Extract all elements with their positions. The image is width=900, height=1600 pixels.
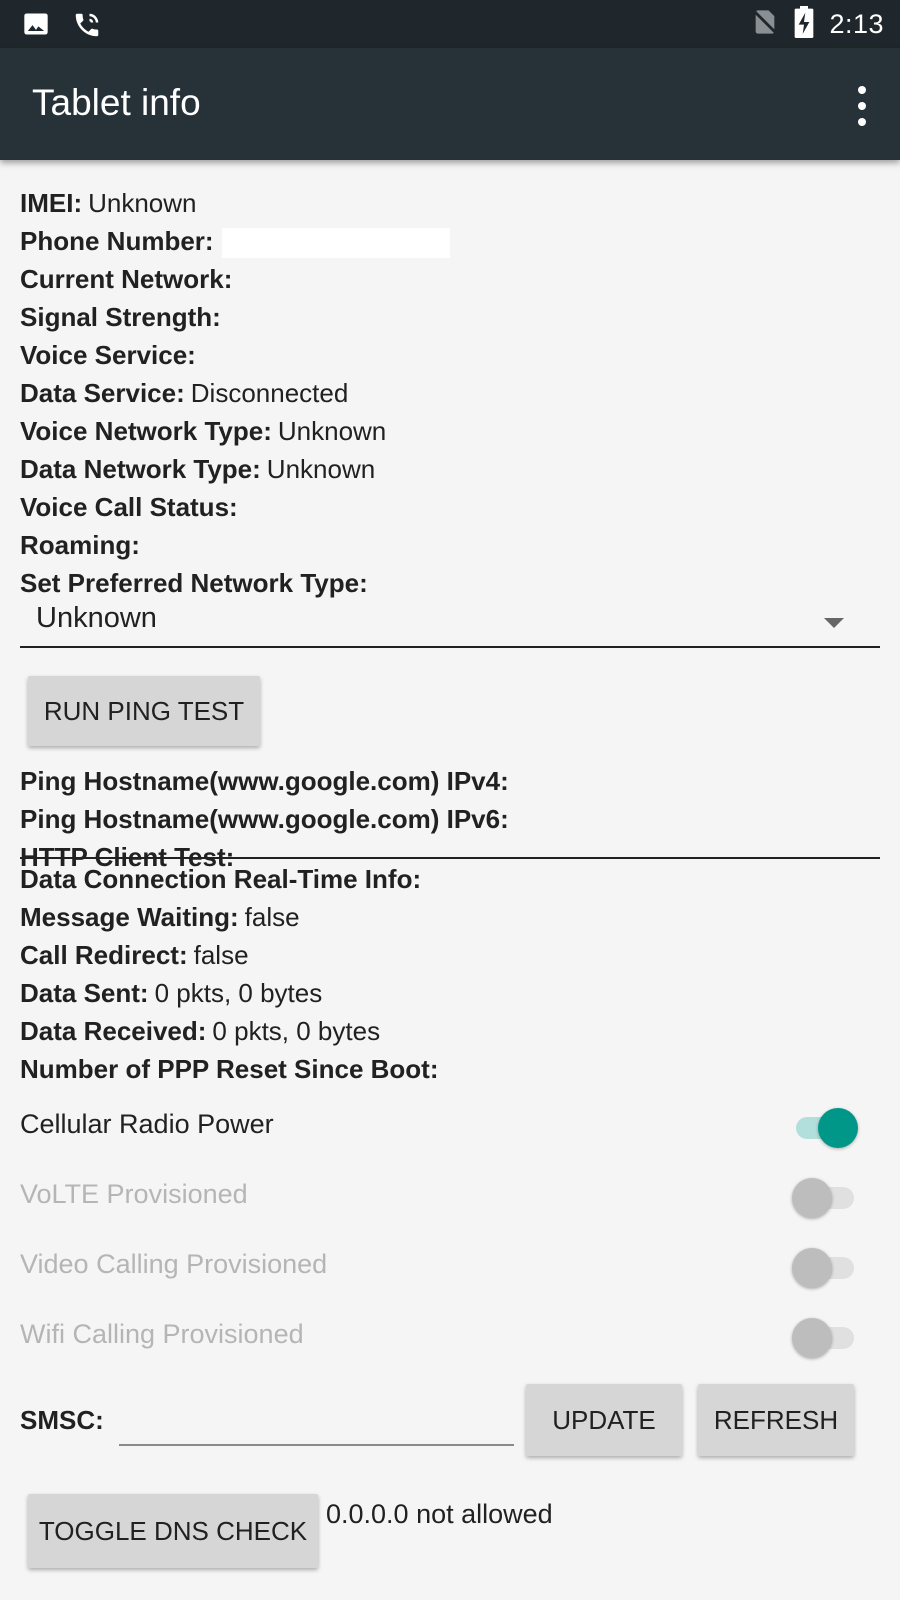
video-calling-switch[interactable] [792, 1248, 854, 1288]
page-title: Tablet info [32, 82, 201, 123]
dropdown-arrow-icon [824, 618, 844, 628]
refresh-button[interactable]: REFRESH [698, 1384, 854, 1456]
data-sent-label: Data Sent: [20, 978, 149, 1008]
ping-ipv4-row: Ping Hostname(www.google.com) IPv4: [20, 762, 880, 800]
volte-label: VoLTE Provisioned [20, 1179, 248, 1209]
wifi-calling-icon [72, 10, 102, 45]
no-sim-icon [751, 7, 779, 42]
data-sent-value: 0 pkts, 0 bytes [154, 978, 323, 1008]
ping-ipv6-label: Ping Hostname(www.google.com) IPv6: [20, 804, 509, 834]
cellular-radio-label: Cellular Radio Power [20, 1109, 274, 1139]
roaming-row: Roaming: [20, 526, 880, 564]
data-info-list: Data Connection Real-Time Info: Message … [20, 860, 880, 1088]
call-redirect-row: Call Redirect: false [20, 936, 880, 974]
app-bar: Tablet info [0, 48, 900, 160]
video-calling-label: Video Calling Provisioned [20, 1249, 328, 1279]
data-network-type-value: Unknown [266, 454, 376, 484]
phone-number-value [221, 228, 450, 259]
info-list: IMEI: Unknown Phone Number: Current Netwo… [20, 184, 880, 602]
imei-label: IMEI: [20, 188, 83, 218]
status-bar: 2:13 [0, 0, 900, 48]
call-redirect-label: Call Redirect: [20, 940, 188, 970]
call-redirect-value: false [193, 940, 249, 970]
imei-value: Unknown [88, 188, 197, 218]
battery-charging-icon [793, 6, 815, 43]
data-network-type-label: Data Network Type: [20, 454, 261, 484]
voice-network-type-row: Voice Network Type: Unknown [20, 412, 880, 450]
toggle-dns-check-button[interactable]: TOGGLE DNS CHECK [28, 1494, 318, 1568]
data-sent-row: Data Sent: 0 pkts, 0 bytes [20, 974, 880, 1012]
data-received-row: Data Received: 0 pkts, 0 bytes [20, 1012, 880, 1050]
data-service-label: Data Service: [20, 378, 185, 408]
run-ping-test-button[interactable]: RUN PING TEST [28, 676, 260, 746]
ping-ipv6-row: Ping Hostname(www.google.com) IPv6: [20, 800, 880, 838]
data-network-type-row: Data Network Type: Unknown [20, 450, 880, 488]
wifi-calling-switch[interactable] [792, 1318, 854, 1358]
image-icon [22, 10, 50, 45]
voice-service-label: Voice Service: [20, 340, 196, 370]
ppp-reset-row: Number of PPP Reset Since Boot: [20, 1050, 880, 1088]
volte-switch[interactable] [792, 1178, 854, 1218]
phone-number-label: Phone Number: [20, 226, 214, 256]
cellular-radio-row: Cellular Radio Power [20, 1094, 880, 1154]
voice-network-type-value: Unknown [277, 416, 387, 446]
data-service-row: Data Service: Disconnected [20, 374, 880, 412]
phone-number-row: Phone Number: [20, 222, 880, 260]
update-button[interactable]: UPDATE [526, 1384, 682, 1456]
realtime-info-label: Data Connection Real-Time Info: [20, 864, 422, 894]
overflow-menu-icon[interactable] [850, 86, 874, 126]
signal-strength-label: Signal Strength: [20, 302, 221, 332]
current-network-label: Current Network: [20, 264, 233, 294]
preferred-network-label: Set Preferred Network Type: [20, 568, 368, 598]
voice-call-status-row: Voice Call Status: [20, 488, 880, 526]
section-divider [20, 857, 880, 859]
voice-call-status-label: Voice Call Status: [20, 492, 238, 522]
volte-row: VoLTE Provisioned [20, 1164, 880, 1224]
preferred-network-selected: Unknown [36, 602, 157, 634]
message-waiting-row: Message Waiting: false [20, 898, 880, 936]
wifi-calling-label: Wifi Calling Provisioned [20, 1319, 304, 1349]
voice-service-row: Voice Service: [20, 336, 880, 374]
roaming-label: Roaming: [20, 530, 140, 560]
smsc-input[interactable] [119, 1396, 514, 1446]
voice-network-type-label: Voice Network Type: [20, 416, 272, 446]
ping-ipv4-label: Ping Hostname(www.google.com) IPv4: [20, 766, 509, 796]
dns-status: 0.0.0.0 not allowed [326, 1499, 553, 1529]
ppp-reset-label: Number of PPP Reset Since Boot: [20, 1054, 439, 1084]
realtime-info-row: Data Connection Real-Time Info: [20, 860, 880, 898]
preferred-network-dropdown[interactable]: Unknown [20, 596, 880, 648]
status-clock: 2:13 [829, 9, 884, 39]
message-waiting-value: false [244, 902, 300, 932]
data-received-label: Data Received: [20, 1016, 207, 1046]
video-calling-row: Video Calling Provisioned [20, 1234, 880, 1294]
signal-strength-row: Signal Strength: [20, 298, 880, 336]
smsc-label: SMSC: [20, 1405, 104, 1435]
imei-row: IMEI: Unknown [20, 184, 880, 222]
current-network-row: Current Network: [20, 260, 880, 298]
data-received-value: 0 pkts, 0 bytes [212, 1016, 381, 1046]
cellular-radio-switch[interactable] [796, 1108, 858, 1148]
data-service-value: Disconnected [190, 378, 349, 408]
message-waiting-label: Message Waiting: [20, 902, 239, 932]
wifi-calling-row: Wifi Calling Provisioned [20, 1304, 880, 1364]
